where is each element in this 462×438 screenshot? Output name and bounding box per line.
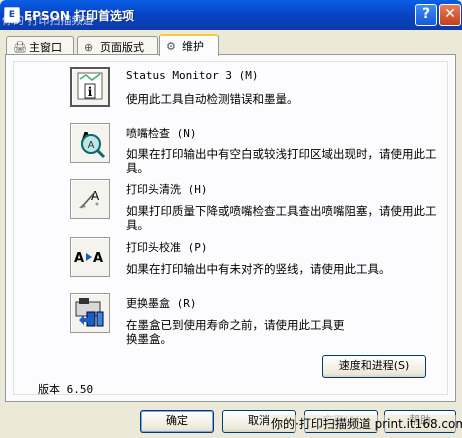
maintenance-icon: ⚙: [166, 40, 176, 53]
ink-cartridge-desc: 在墨盒已到使用寿命之前，请使用此工具更换墨盒。: [126, 318, 345, 346]
head-alignment-desc: 如果在打印输出中有未对齐的竖线，请使用此工具。: [126, 262, 391, 276]
tab-main[interactable]: 🖨 主窗口: [6, 36, 74, 55]
status-monitor-title: Status Monitor 3 (M): [126, 69, 259, 82]
tab-page-layout[interactable]: ⊕ 页面版式: [77, 36, 158, 55]
nozzle-check-icon[interactable]: A A: [70, 123, 110, 163]
status-monitor-desc: 使用此工具自动检测错误和墨量。: [126, 92, 299, 106]
tab-page-layout-label: 页面版式: [100, 41, 144, 54]
svg-text:A: A: [74, 251, 84, 266]
tab-maintenance-label: 维护: [182, 40, 204, 53]
maintenance-panel: i Status Monitor 3 (M) 使用此工具自动检测错误和墨量。 A…: [5, 54, 456, 402]
tab-maintenance[interactable]: ⚙ 维护: [159, 34, 219, 56]
status-monitor-icon[interactable]: i: [70, 67, 110, 107]
title-bar[interactable]: E EPSON 打印首选项 你的·打印扫描频道 ? ✕: [0, 0, 462, 30]
site-watermark: 你的·打印扫描频道 print.it168.com: [271, 415, 462, 432]
version-label: 版本 6.50: [38, 383, 94, 396]
head-cleaning-desc: 如果打印质量下降或喷嘴检查工具查出喷嘴阻塞，请使用此工具。: [126, 204, 437, 232]
nozzle-check-title: 喷嘴检查 (N): [126, 127, 197, 140]
ink-cartridge-title: 更换墨盒 (R): [126, 297, 197, 310]
svg-text:i: i: [88, 85, 93, 99]
tab-main-label: 主窗口: [29, 41, 62, 54]
title-overlay-text: 你的·打印扫描频道: [2, 14, 94, 27]
printer-icon: 🖨: [13, 41, 27, 54]
head-cleaning-icon[interactable]: A: [70, 179, 110, 219]
nozzle-check-desc: 如果在打印输出中有空白或较浅打印区域出现时，请使用此工具。: [126, 147, 437, 175]
help-title-button[interactable]: ?: [415, 4, 437, 26]
svg-text:A: A: [88, 140, 95, 151]
head-alignment-icon[interactable]: A A: [70, 237, 110, 277]
layout-icon: ⊕: [84, 41, 94, 54]
ink-cartridge-icon[interactable]: [70, 293, 110, 333]
head-cleaning-title: 打印头清洗 (H): [126, 183, 208, 196]
close-button[interactable]: ✕: [439, 4, 461, 26]
speed-progress-button[interactable]: 速度和进程(S): [322, 355, 426, 378]
svg-text:A: A: [93, 251, 103, 266]
head-alignment-title: 打印头校准 (P): [126, 241, 208, 254]
ok-button[interactable]: 确定: [140, 410, 214, 433]
